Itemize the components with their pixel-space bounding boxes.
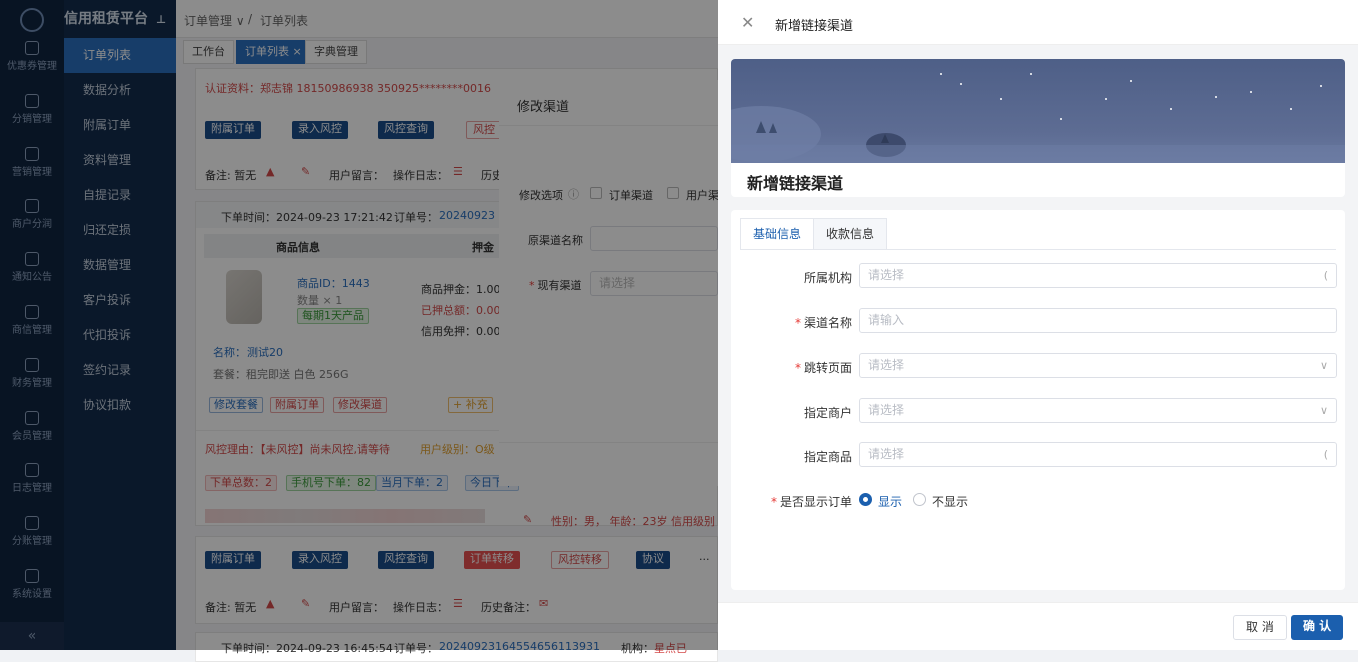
chevron-down-icon: ( [1323, 448, 1328, 461]
banner-label: 新增链接渠道 [731, 163, 1345, 197]
form-input[interactable]: 请选择 ∨ [859, 398, 1337, 423]
field-label: * 跳转页面 [742, 359, 852, 376]
field-label: 指定商户 [742, 404, 852, 421]
add-link-channel-drawer: ✕ 新增链接渠道 新增链接渠道 基础信息 收款信息 所属机构 请选择(* 渠道名称请… [718, 0, 1358, 650]
input-placeholder: 请选择 [868, 268, 905, 282]
field-label-text: 指定商户 [803, 406, 852, 420]
drawer-footer: 取 消 确 认 [718, 602, 1358, 650]
form-card: 基础信息 收款信息 所属机构 请选择(* 渠道名称 请输入 * 跳转页面 请选择 ∨ 指定商户请… [731, 210, 1345, 590]
field-label-text: 指定商品 [803, 450, 852, 464]
show-radio[interactable] [859, 493, 872, 506]
tab-basic-info[interactable]: 基础信息 [740, 218, 815, 250]
show-order-label-wrap: * 是否显示订单 [742, 493, 852, 510]
cancel-button[interactable]: 取 消 [1233, 615, 1287, 640]
field-label-text: 跳转页面 [803, 361, 852, 375]
hide-radio-label[interactable]: 不显示 [932, 493, 968, 510]
btn-label: 取 消 [1246, 620, 1274, 634]
show-order-label: 是否显示订单 [779, 495, 852, 509]
banner-image [731, 59, 1345, 163]
tab-label: 收款信息 [826, 227, 875, 241]
field-label: 所属机构 [742, 269, 852, 286]
form-input[interactable]: 请输入 [859, 308, 1337, 333]
night-sky-illustration [731, 73, 1345, 163]
banner-title: 新增链接渠道 [747, 174, 844, 193]
drawer-title: 新增链接渠道 [775, 19, 854, 34]
form-input[interactable]: 请选择 ( [859, 442, 1337, 467]
form-input[interactable]: 请选择 ∨ [859, 353, 1337, 378]
show-radio-label[interactable]: 显示 [878, 493, 902, 510]
field-label: 指定商品 [742, 448, 852, 465]
chevron-down-icon: ∨ [1319, 359, 1328, 372]
input-placeholder: 请选择 [868, 358, 905, 372]
required-mark: * [770, 495, 777, 509]
tab-divider [740, 249, 1336, 250]
field-label-text: 渠道名称 [803, 316, 852, 330]
input-placeholder: 请输入 [868, 313, 905, 327]
input-placeholder: 请选择 [868, 447, 905, 461]
form-input[interactable]: 请选择 ( [859, 263, 1337, 288]
drawer-header: ✕ 新增链接渠道 [718, 0, 1358, 45]
required-mark: * [794, 316, 801, 330]
field-label: * 渠道名称 [742, 314, 852, 331]
hide-radio[interactable] [913, 493, 926, 506]
field-label-text: 所属机构 [803, 271, 852, 285]
chevron-down-icon: ( [1323, 269, 1328, 282]
tab-label: 基础信息 [753, 227, 802, 241]
input-placeholder: 请选择 [868, 403, 905, 417]
chevron-down-icon: ∨ [1319, 404, 1328, 417]
close-icon[interactable]: ✕ [741, 13, 754, 32]
btn-label: 确 认 [1303, 619, 1332, 633]
confirm-button[interactable]: 确 认 [1291, 615, 1344, 640]
tab-payment-info[interactable]: 收款信息 [813, 218, 888, 250]
required-mark: * [794, 361, 801, 375]
